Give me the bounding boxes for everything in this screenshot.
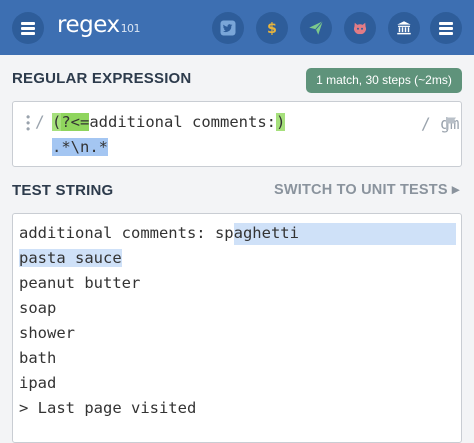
app-logo[interactable]: regex101	[57, 12, 141, 38]
send-icon[interactable]	[300, 12, 332, 44]
flag-icon[interactable]	[445, 116, 457, 130]
group-open-token: (	[52, 113, 62, 131]
regex-line-2[interactable]: .*\n.*	[52, 138, 108, 156]
test-line-2: pasta sauce	[19, 249, 122, 267]
test-line-8: > Last page visited	[19, 399, 197, 417]
lookbehind-token: ?<=	[61, 113, 90, 131]
match-part-2: pasta sauce	[19, 249, 122, 267]
literal-token: additional comments:	[89, 113, 276, 131]
test-line-6: bath	[19, 349, 57, 367]
menu-icon[interactable]	[430, 12, 462, 44]
switch-label: SWITCH TO UNIT TESTS	[274, 182, 448, 198]
test-line-4: soap	[19, 299, 57, 317]
svg-text:$: $	[267, 21, 277, 37]
regex-close-delimiter: /	[421, 114, 431, 133]
dollar-icon[interactable]: $	[256, 12, 288, 44]
test-line-7: ipad	[19, 374, 57, 392]
test-string-editor[interactable]: additional comments: spaghetti pasta sau…	[12, 213, 462, 443]
switch-to-unit-tests-link[interactable]: SWITCH TO UNIT TESTS ▸	[274, 182, 459, 198]
test-line-5: shower	[19, 324, 75, 342]
test-line-3: peanut butter	[19, 274, 141, 292]
regex-open-delimiter: /	[35, 112, 45, 131]
regex-line-1[interactable]: (?<=additional comments:)	[52, 113, 286, 131]
regex-section-title: REGULAR EXPRESSION	[12, 70, 192, 87]
test-string-title: TEST STRING	[12, 182, 114, 199]
chevron-right-icon: ▸	[451, 182, 460, 198]
menu-icon[interactable]	[12, 12, 44, 44]
test-line-1-prefix: additional comments:	[19, 224, 215, 242]
match-part-1: spaghetti	[214, 224, 299, 242]
regex-editor[interactable]: • • • / (?<=additional comments:) .*\n.* /…	[12, 101, 462, 167]
drag-handle-icon[interactable]: • • •	[26, 111, 30, 135]
bank-icon[interactable]	[388, 12, 420, 44]
twitter-icon[interactable]	[212, 12, 244, 44]
match-info-badge: 1 match, 30 steps (~2ms)	[306, 68, 462, 93]
top-bar: regex101 $	[0, 0, 474, 55]
group-close-token: )	[275, 113, 286, 131]
dot-newline-token: .*\n.*	[52, 138, 108, 156]
github-icon[interactable]	[344, 12, 376, 44]
test-line-1: additional comments: spaghetti	[19, 224, 299, 242]
